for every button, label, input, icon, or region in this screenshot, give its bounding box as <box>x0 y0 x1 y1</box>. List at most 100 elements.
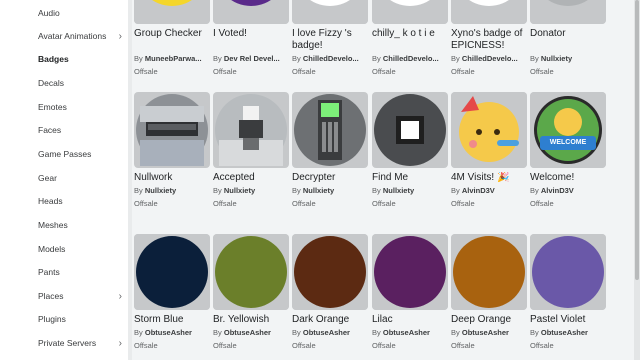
price-label: Offsale <box>213 67 237 76</box>
badge-card[interactable]: 4M Visits! 🎉 By AlvinD3V Offsale <box>451 92 527 208</box>
badge-name[interactable]: Decrypter <box>292 172 368 184</box>
sidebar-item-audio[interactable]: Audio <box>0 2 128 24</box>
badge-thumbnail[interactable]: WELCOME <box>530 92 606 168</box>
sidebar-item-pants[interactable]: Pants <box>0 261 128 283</box>
badge-thumbnail[interactable] <box>372 0 448 24</box>
badge-card[interactable]: Accepted By Nullxiety Offsale <box>213 92 289 208</box>
sidebar-item-label: Badges <box>38 54 69 64</box>
badge-card[interactable]: WELCOME Welcome! By AlvinD3V Offsale <box>530 92 606 208</box>
creator-link[interactable]: MuneebParwa... <box>145 54 202 63</box>
badge-thumbnail[interactable] <box>292 0 368 24</box>
badge-card[interactable]: Storm Blue By ObtuseAsher Offsale <box>134 234 210 350</box>
sidebar-item-badges[interactable]: Badges <box>0 48 128 70</box>
badge-thumbnail[interactable] <box>134 92 210 168</box>
badge-name[interactable]: Accepted <box>213 172 289 184</box>
creator-link[interactable]: ObtuseAsher <box>303 328 350 337</box>
badge-card[interactable]: Deep Orange By ObtuseAsher Offsale <box>451 234 527 350</box>
creator-link[interactable]: ChilledDevelo... <box>462 54 518 63</box>
badge-name[interactable]: Find Me <box>372 172 448 184</box>
badge-name[interactable]: Pastel Violet <box>530 314 606 326</box>
creator-link[interactable]: ObtuseAsher <box>383 328 430 337</box>
badge-thumbnail[interactable] <box>372 92 448 168</box>
creator-link[interactable]: Nullxiety <box>541 54 572 63</box>
badge-thumbnail[interactable] <box>451 0 527 24</box>
badge-name[interactable]: I love Fizzy 's badge! <box>292 28 368 52</box>
badge-thumbnail[interactable] <box>213 0 289 24</box>
sidebar-item-game-passes[interactable]: Game Passes <box>0 143 128 165</box>
badge-name[interactable]: Donator <box>530 28 606 52</box>
badge-name[interactable]: Welcome! <box>530 172 606 184</box>
sidebar-item-decals[interactable]: Decals <box>0 72 128 94</box>
creator-link[interactable]: ObtuseAsher <box>541 328 588 337</box>
badge-name[interactable]: I Voted! <box>213 28 289 52</box>
sidebar-item-emotes[interactable]: Emotes <box>0 96 128 118</box>
badge-card[interactable]: Br. Yellowish By ObtuseAsher Offsale <box>213 234 289 350</box>
badge-card[interactable]: Lilac By ObtuseAsher Offsale <box>372 234 448 350</box>
badge-name[interactable]: chilly_ k o t i e <box>372 28 448 52</box>
badge-thumbnail[interactable] <box>213 92 289 168</box>
sidebar-item-label: Private Servers <box>38 338 97 348</box>
sidebar-item-places[interactable]: Places › <box>0 285 128 307</box>
badge-name[interactable]: Deep Orange <box>451 314 527 326</box>
badge-grid: Group Checker By MuneebParwa... Offsale I V… <box>132 0 640 360</box>
badge-name[interactable]: Group Checker <box>134 28 210 52</box>
price-label: Offsale <box>292 67 316 76</box>
badge-thumbnail[interactable] <box>451 92 527 168</box>
badge-creator: By MuneebParwa... <box>134 54 210 63</box>
badge-card[interactable]: Dark Orange By ObtuseAsher Offsale <box>292 234 368 350</box>
creator-link[interactable]: Nullxiety <box>383 186 414 195</box>
badge-name[interactable]: Xyno's badge of EPICNESS! <box>451 28 527 52</box>
sidebar-item-faces[interactable]: Faces <box>0 119 128 141</box>
sidebar-item-gear[interactable]: Gear <box>0 167 128 189</box>
creator-link[interactable]: ChilledDevelo... <box>303 54 359 63</box>
badge-card[interactable]: Decrypter By Nullxiety Offsale <box>292 92 368 208</box>
badge-card[interactable]: Donator By Nullxiety Offsale <box>530 0 606 76</box>
badge-name[interactable]: Dark Orange <box>292 314 368 326</box>
creator-link[interactable]: AlvinD3V <box>462 186 495 195</box>
badge-card[interactable]: I Voted! By Dev Rel Devel... Offsale <box>213 0 289 76</box>
badge-card[interactable]: Group Checker By MuneebParwa... Offsale <box>134 0 210 76</box>
badge-thumbnail[interactable] <box>530 234 606 310</box>
badge-thumbnail[interactable] <box>134 0 210 24</box>
creator-link[interactable]: ObtuseAsher <box>462 328 509 337</box>
sidebar-item-plugins[interactable]: Plugins <box>0 308 128 330</box>
badge-card[interactable]: Xyno's badge of EPICNESS! By ChilledDevel… <box>451 0 527 76</box>
creator-link[interactable]: ObtuseAsher <box>145 328 192 337</box>
badge-name[interactable]: Nullwork <box>134 172 210 184</box>
creator-link[interactable]: AlvinD3V <box>541 186 574 195</box>
sidebar-item-meshes[interactable]: Meshes <box>0 214 128 236</box>
badge-card[interactable]: chilly_ k o t i e By ChilledDevelo... Offs… <box>372 0 448 76</box>
price-label: Offsale <box>451 67 475 76</box>
scrollbar-thumb[interactable] <box>635 0 639 280</box>
badge-thumbnail[interactable] <box>530 0 606 24</box>
badge-card[interactable]: Find Me By Nullxiety Offsale <box>372 92 448 208</box>
sidebar-item-private-servers[interactable]: Private Servers › <box>0 332 128 354</box>
creator-link[interactable]: Nullxiety <box>224 186 255 195</box>
badge-thumbnail[interactable] <box>451 234 527 310</box>
sidebar-item-heads[interactable]: Heads <box>0 190 128 212</box>
creator-link[interactable]: ChilledDevelo... <box>383 54 439 63</box>
badge-thumbnail[interactable] <box>372 234 448 310</box>
badge-thumbnail[interactable] <box>134 234 210 310</box>
badge-card[interactable]: Pastel Violet By ObtuseAsher Offsale <box>530 234 606 350</box>
badge-card[interactable]: Nullwork By Nullxiety Offsale <box>134 92 210 208</box>
badge-thumbnail[interactable] <box>292 234 368 310</box>
badge-name[interactable]: Storm Blue <box>134 314 210 326</box>
creator-link[interactable]: Nullxiety <box>145 186 176 195</box>
sidebar-item-models[interactable]: Models <box>0 238 128 260</box>
by-prefix: By <box>372 186 381 195</box>
creator-link[interactable]: Nullxiety <box>303 186 334 195</box>
badge-creator: By ChilledDevelo... <box>451 54 527 63</box>
sidebar-item-avatar-animations[interactable]: Avatar Animations › <box>0 25 128 47</box>
badge-name[interactable]: Br. Yellowish <box>213 314 289 326</box>
sidebar-item-label: Plugins <box>38 314 66 324</box>
badge-card[interactable]: I love Fizzy 's badge! By ChilledDevelo..… <box>292 0 368 76</box>
badge-thumbnail[interactable] <box>213 234 289 310</box>
creator-link[interactable]: ObtuseAsher <box>224 328 271 337</box>
scrollbar[interactable] <box>634 0 640 360</box>
badge-name[interactable]: Lilac <box>372 314 448 326</box>
sidebar-item-label: Models <box>38 244 66 254</box>
badge-name[interactable]: 4M Visits! 🎉 <box>451 172 527 184</box>
creator-link[interactable]: Dev Rel Devel... <box>224 54 280 63</box>
badge-thumbnail[interactable] <box>292 92 368 168</box>
